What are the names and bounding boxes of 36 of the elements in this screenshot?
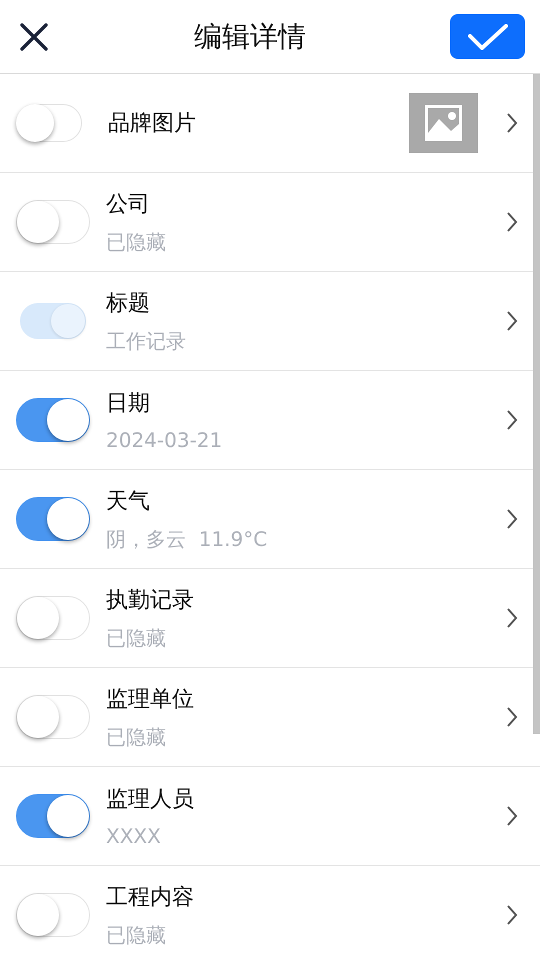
chevron-right-icon[interactable]: [506, 904, 518, 926]
toggle-switch[interactable]: [16, 497, 90, 541]
row-label: 品牌图片: [108, 110, 196, 138]
chevron-right-icon[interactable]: [506, 211, 518, 233]
chevron-right-icon[interactable]: [506, 805, 518, 827]
row-value: 已隐藏: [106, 724, 166, 750]
toggle-switch[interactable]: [16, 398, 90, 442]
row-label: 天气: [106, 488, 150, 516]
chevron-right-icon[interactable]: [506, 112, 518, 134]
check-icon: [468, 24, 508, 50]
row-value: 工作记录: [106, 328, 186, 354]
chevron-right-icon[interactable]: [506, 310, 518, 332]
row-value: XXXX: [106, 824, 161, 848]
row-value: 已隐藏: [106, 228, 166, 256]
chevron-right-icon[interactable]: [506, 409, 518, 431]
row-value: 已隐藏: [106, 922, 166, 948]
chevron-right-icon[interactable]: [506, 706, 518, 728]
row-value: 2024-03-21: [106, 428, 222, 452]
row-label: 监理单位: [106, 686, 194, 714]
row-label: 公司: [106, 190, 150, 218]
row-value: 阴，多云 11.9°C: [106, 526, 268, 552]
scrollbar[interactable]: [533, 74, 540, 734]
image-placeholder-icon: [409, 93, 478, 153]
close-icon: [19, 22, 49, 52]
row-label: 日期: [106, 390, 150, 418]
row-value: 已隐藏: [106, 624, 166, 652]
row-label: 执勤记录: [106, 586, 194, 614]
chevron-right-icon[interactable]: [506, 607, 518, 629]
toggle-switch[interactable]: [16, 794, 90, 838]
row-label: 工程内容: [106, 884, 194, 912]
confirm-button[interactable]: [450, 14, 525, 59]
row-label: 标题: [106, 290, 150, 318]
row-label: 监理人员: [106, 786, 194, 814]
chevron-right-icon[interactable]: [506, 508, 518, 530]
page-title: 编辑详情: [194, 18, 306, 54]
close-button[interactable]: [18, 20, 50, 52]
